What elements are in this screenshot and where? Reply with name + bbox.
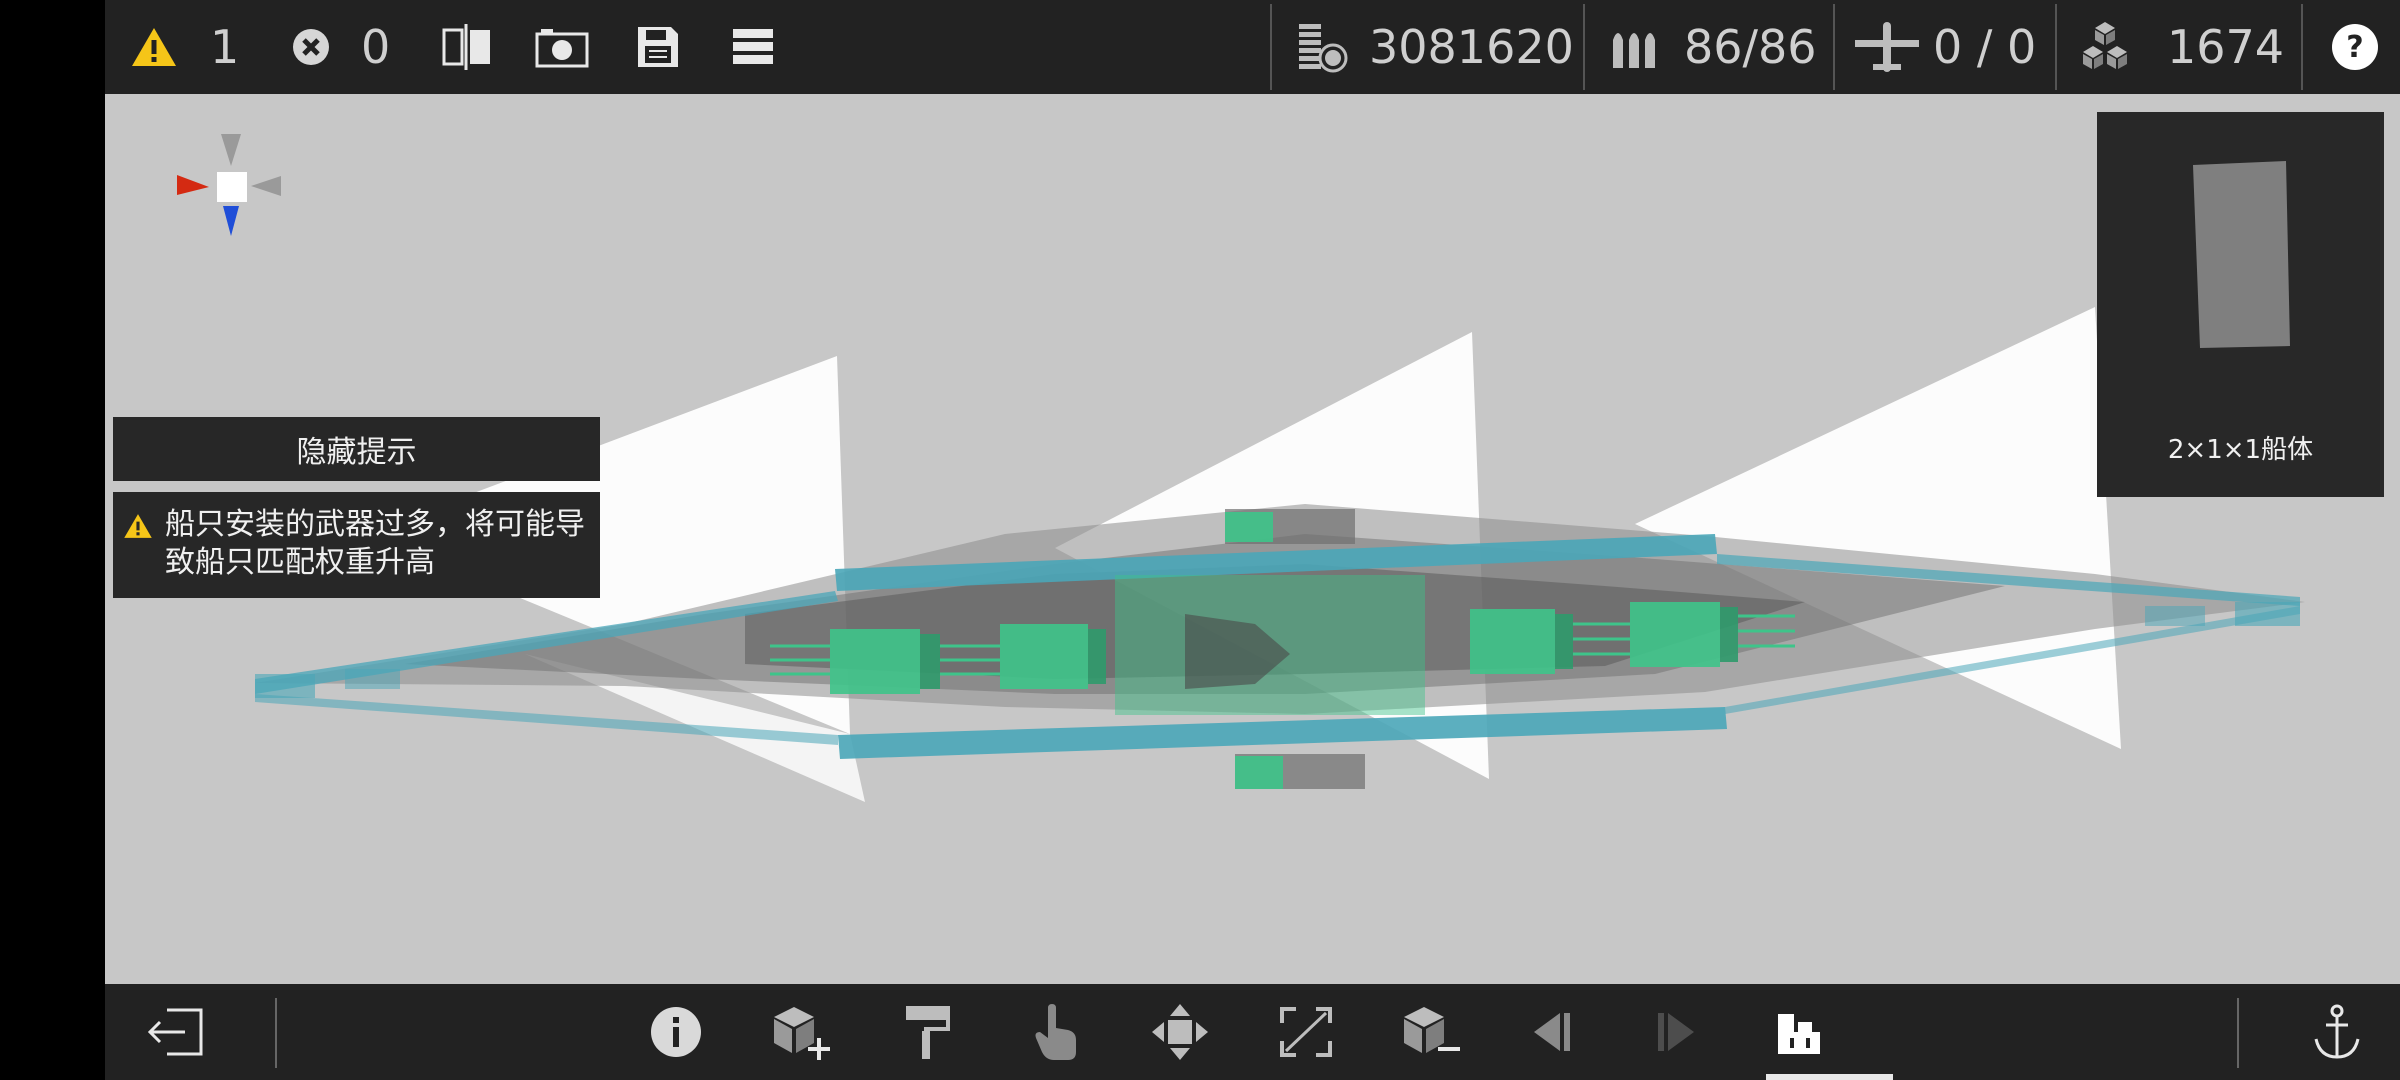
warning-icon: [132, 28, 176, 66]
menu-icon: [733, 29, 773, 64]
ship-editor-viewport[interactable]: 隐藏提示 船只安装的武器过多，将可能导致船只匹配权重升高 2×1×1船体: [105, 94, 2400, 984]
exit-icon: [147, 1008, 203, 1056]
orientation-gizmo[interactable]: [175, 130, 285, 240]
help-icon: ?: [2332, 24, 2378, 70]
hide-hint-label: 隐藏提示: [296, 435, 417, 470]
aircraft-value: 0 / 0: [1933, 20, 2037, 74]
layer-button[interactable]: [1754, 984, 1844, 1080]
exit-button[interactable]: [130, 984, 220, 1080]
left-system-bar: [0, 0, 105, 1080]
camera-icon: [535, 29, 589, 68]
undo-button[interactable]: [1507, 984, 1597, 1080]
toolbar-divider: [1833, 4, 1835, 90]
parts-stat: 1674: [2077, 0, 2284, 94]
ammo-stat: 86/86: [1610, 0, 1817, 94]
resize-icon: [1280, 1007, 1332, 1057]
top-toolbar: 1 0 3081620 86/86 0 / 0 1674 ?: [105, 0, 2400, 94]
toolbar-divider: [2301, 4, 2303, 90]
warning-count: 1: [210, 20, 240, 74]
warning-icon: [124, 514, 152, 538]
part-preview-image: [2193, 161, 2290, 348]
menu-button[interactable]: [731, 0, 775, 94]
info-icon: [651, 1007, 701, 1057]
bottom-toolbar: [105, 984, 2400, 1080]
error-button[interactable]: 0: [291, 0, 390, 94]
aircraft-icon: [1855, 22, 1919, 72]
undo-icon: [1534, 1013, 1570, 1051]
anchor-button[interactable]: [2292, 984, 2382, 1080]
paint-button[interactable]: [883, 984, 973, 1080]
cost-stat: 3081620: [1295, 0, 1574, 94]
aircraft-stat: 0 / 0: [1853, 0, 2036, 94]
cost-value: 3081620: [1369, 20, 1574, 74]
mirror-button[interactable]: [441, 0, 493, 94]
parts-icon: [2083, 22, 2127, 69]
anchor-icon: [2314, 1004, 2360, 1059]
warning-message: 船只安装的武器过多，将可能导致船只匹配权重升高: [165, 507, 585, 580]
layer-icon: [1778, 1014, 1820, 1054]
error-count: 0: [361, 20, 391, 74]
info-button[interactable]: [631, 984, 721, 1080]
hide-hint-button[interactable]: 隐藏提示: [113, 417, 600, 481]
remove-block-button[interactable]: [1385, 984, 1475, 1080]
select-icon: [1035, 1004, 1076, 1060]
mirror-icon: [442, 24, 490, 70]
ammo-icon: [1613, 33, 1655, 68]
add-block-icon: [774, 1007, 830, 1060]
save-icon: [638, 27, 678, 67]
resize-button[interactable]: [1261, 984, 1351, 1080]
active-tool-indicator: [1766, 1074, 1893, 1080]
move-icon: [1152, 1004, 1208, 1060]
remove-block-icon: [1404, 1007, 1460, 1053]
toolbar-divider: [1583, 4, 1585, 90]
cost-icon: [1299, 24, 1348, 73]
warning-tip: 船只安装的武器过多，将可能导致船只匹配权重升高: [113, 492, 600, 598]
toolbar-divider: [2055, 4, 2057, 90]
ammo-value: 86/86: [1684, 20, 1817, 74]
toolbar-divider: [2237, 998, 2239, 1068]
warning-button[interactable]: 1: [130, 0, 239, 94]
redo-icon: [1658, 1013, 1694, 1051]
redo-button[interactable]: [1631, 984, 1721, 1080]
error-icon: [293, 29, 329, 65]
help-button[interactable]: ?: [2330, 0, 2380, 94]
select-button[interactable]: [1011, 984, 1101, 1080]
svg-text:?: ?: [2346, 30, 2363, 65]
part-preview-label: 2×1×1船体: [2167, 435, 2314, 465]
save-button[interactable]: [635, 0, 681, 94]
app-root: 1 0 3081620 86/86 0 / 0 1674 ? 隐藏提示 船只安装…: [0, 0, 2400, 1080]
paint-icon: [906, 1006, 950, 1059]
parts-value: 1674: [2167, 20, 2285, 74]
toolbar-divider: [1270, 4, 1272, 90]
screenshot-button[interactable]: [535, 0, 589, 94]
move-button[interactable]: [1135, 984, 1225, 1080]
part-preview-panel[interactable]: 2×1×1船体: [2097, 112, 2384, 497]
add-block-button[interactable]: [755, 984, 845, 1080]
toolbar-divider: [275, 998, 277, 1068]
